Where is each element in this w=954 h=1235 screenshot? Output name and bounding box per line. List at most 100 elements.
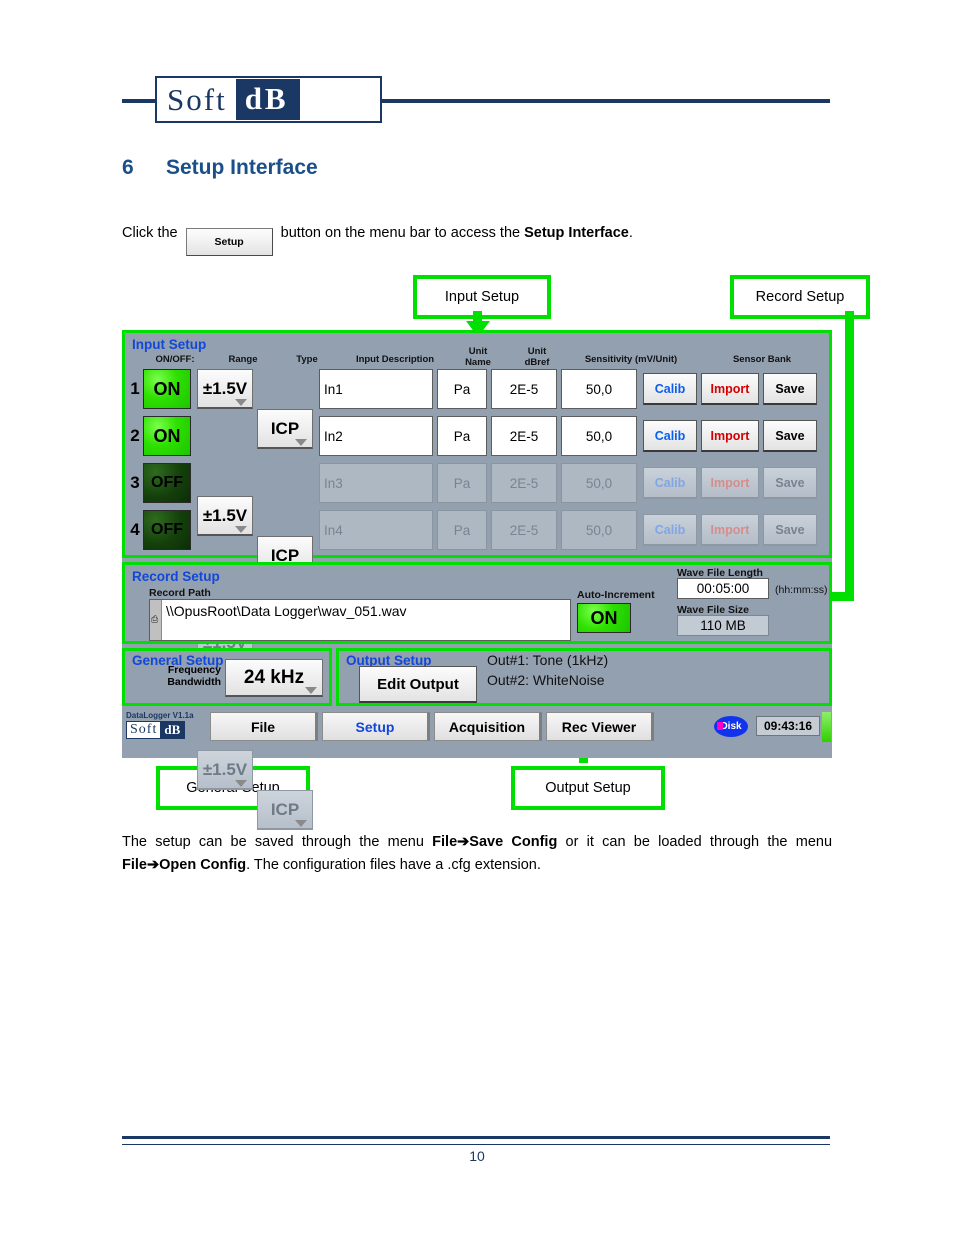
row-number: 2 bbox=[130, 426, 140, 445]
app-logo-and-version: DataLogger V1.1a Soft dB bbox=[126, 711, 206, 742]
input-4-onoff-toggle[interactable]: OFF bbox=[143, 510, 191, 550]
input-4-unit-dbref-field[interactable]: 2E-5 bbox=[491, 510, 557, 550]
outro-text-2: or it can be loaded through the menu bbox=[557, 834, 833, 850]
chevron-down-icon bbox=[235, 399, 247, 406]
input-3-calib-button[interactable]: Calib bbox=[643, 467, 697, 499]
input-3-onoff-toggle[interactable]: OFF bbox=[143, 463, 191, 503]
input-4-range-dropdown[interactable]: ±1.5V bbox=[197, 750, 253, 790]
menu-tab-rec-viewer[interactable]: Rec Viewer bbox=[546, 712, 654, 741]
record-path-input[interactable]: ⎙ \\OpusRoot\Data Logger\wav_051.wav bbox=[149, 599, 571, 641]
column-header-unit-dbref-line1: Unit bbox=[527, 346, 547, 357]
outro-paragraph: The setup can be saved through the menu … bbox=[122, 831, 832, 877]
input-2-description-field[interactable]: In2 bbox=[319, 416, 433, 456]
row-number: 4 bbox=[130, 520, 140, 539]
menu-tab-acquisition[interactable]: Acquisition bbox=[434, 712, 542, 741]
callout-record-setup-label: Record Setup bbox=[755, 289, 845, 305]
callout-output-setup-label: Output Setup bbox=[545, 780, 631, 796]
wave-file-length-units: (hh:mm:ss) bbox=[775, 584, 828, 596]
column-header-unit-name-line2: Name bbox=[465, 357, 491, 368]
heading-text: Setup Interface bbox=[166, 156, 318, 179]
input-3-unit-dbref-field[interactable]: 2E-5 bbox=[491, 463, 557, 503]
softdb-mini-logo: Soft dB bbox=[126, 721, 186, 739]
row-number: 3 bbox=[130, 473, 140, 492]
input-2-onoff-toggle[interactable]: ON bbox=[143, 416, 191, 456]
logo-soft-text: Soft bbox=[167, 81, 227, 117]
input-1-onoff-toggle[interactable]: ON bbox=[143, 369, 191, 409]
input-3-sensitivity-field[interactable]: 50,0 bbox=[561, 463, 637, 503]
frequency-bandwidth-dropdown[interactable]: 24 kHz bbox=[225, 659, 323, 697]
record-path-value: \\OpusRoot\Data Logger\wav_051.wav bbox=[166, 603, 407, 619]
input-4-description-field[interactable]: In4 bbox=[319, 510, 433, 550]
input-2-save-button[interactable]: Save bbox=[763, 420, 817, 452]
input-3-import-button[interactable]: Import bbox=[701, 467, 759, 499]
page-title: 6 Setup Interface bbox=[122, 156, 318, 180]
input-1-sensitivity-field[interactable]: 50,0 bbox=[561, 369, 637, 409]
disk-icon: Disk bbox=[714, 716, 748, 737]
input-4-save-button[interactable]: Save bbox=[763, 514, 817, 546]
auto-increment-toggle[interactable]: ON bbox=[577, 603, 631, 633]
datalogger-app-window: Input Setup ON/OFF: Range Type Input Des… bbox=[122, 330, 832, 830]
outro-bold-save-config: File➔Save Config bbox=[432, 834, 558, 850]
input-2-import-button[interactable]: Import bbox=[701, 420, 759, 452]
intro-text-before: Click the bbox=[122, 225, 178, 241]
wave-file-length-input[interactable]: 00:05:00 bbox=[677, 578, 769, 599]
input-3-unit-name-field[interactable]: Pa bbox=[437, 463, 487, 503]
input-2-calib-button[interactable]: Calib bbox=[643, 420, 697, 452]
input-2-unit-dbref-field[interactable]: 2E-5 bbox=[491, 416, 557, 456]
menu-tab-file[interactable]: File bbox=[210, 712, 318, 741]
app-menu-bar: DataLogger V1.1a Soft dB File Setup Acquis… bbox=[122, 710, 832, 744]
row-number: 1 bbox=[130, 379, 140, 398]
input-1-unit-dbref-field[interactable]: 2E-5 bbox=[491, 369, 557, 409]
menu-tab-setup[interactable]: Setup bbox=[322, 712, 430, 741]
input-4-calib-button[interactable]: Calib bbox=[643, 514, 697, 546]
chevron-down-icon bbox=[235, 780, 247, 787]
mini-logo-db: dB bbox=[160, 722, 185, 738]
column-header-onoff: ON/OFF: bbox=[155, 354, 195, 365]
callout-input-setup-label: Input Setup bbox=[444, 289, 520, 305]
wave-file-size-value: 110 MB bbox=[677, 615, 769, 636]
record-setup-title: Record Setup bbox=[132, 569, 220, 584]
input-4-import-button[interactable]: Import bbox=[701, 514, 759, 546]
output-setup-panel: Output Setup Edit Output Out#1: Tone (1k… bbox=[336, 648, 832, 706]
callout-record-setup-stem-vertical bbox=[845, 311, 854, 601]
input-1-description-field[interactable]: In1 bbox=[319, 369, 433, 409]
chevron-down-icon bbox=[295, 439, 307, 446]
input-4-sensitivity-field[interactable]: 50,0 bbox=[561, 510, 637, 550]
heading-number: 6 bbox=[122, 156, 134, 179]
outro-text-1: The setup can be saved through the menu bbox=[122, 834, 433, 850]
column-header-unit-dbref-line2: dBref bbox=[524, 357, 550, 368]
clock-display: 09:43:16 bbox=[756, 716, 820, 736]
outro-text-3: . The configuration files have a .cfg ex… bbox=[246, 857, 541, 873]
input-1-range-dropdown[interactable]: ±1.5V bbox=[197, 369, 253, 409]
general-setup-panel: General Setup Frequency Bandwidth 24 kHz bbox=[122, 648, 332, 706]
input-1-import-button[interactable]: Import bbox=[701, 373, 759, 405]
frequency-bandwidth-value: 24 kHz bbox=[243, 666, 305, 688]
input-1-calib-button[interactable]: Calib bbox=[643, 373, 697, 405]
input-3-description-field[interactable]: In3 bbox=[319, 463, 433, 503]
disk-icon-indicator bbox=[717, 722, 723, 730]
input-1-unit-name-field[interactable]: Pa bbox=[437, 369, 487, 409]
input-1-save-button[interactable]: Save bbox=[763, 373, 817, 405]
intro-period: . bbox=[628, 225, 633, 241]
input-4-unit-name-field[interactable]: Pa bbox=[437, 510, 487, 550]
logo-db-text: dB bbox=[235, 79, 300, 120]
outro-bold-open-config: File➔Open Config bbox=[122, 857, 247, 873]
record-path-label: Record Path bbox=[149, 587, 211, 599]
setup-button-illustration: Setup bbox=[185, 228, 273, 256]
input-3-save-button[interactable]: Save bbox=[763, 467, 817, 499]
chevron-down-icon bbox=[235, 526, 247, 533]
column-header-sensor-bank: Sensor Bank bbox=[732, 354, 792, 365]
input-4-type-dropdown[interactable]: ICP bbox=[257, 790, 313, 830]
input-setup-title: Input Setup bbox=[132, 337, 207, 352]
column-header-type: Type bbox=[296, 354, 318, 365]
column-header-input-description: Input Description bbox=[355, 354, 435, 365]
edit-output-button[interactable]: Edit Output bbox=[359, 666, 477, 703]
chevron-down-icon bbox=[295, 820, 307, 827]
input-1-type-dropdown[interactable]: ICP bbox=[257, 409, 313, 449]
input-2-range-dropdown[interactable]: ±1.5V bbox=[197, 496, 253, 536]
input-2-unit-name-field[interactable]: Pa bbox=[437, 416, 487, 456]
input-2-sensitivity-field[interactable]: 50,0 bbox=[561, 416, 637, 456]
input-setup-panel: Input Setup ON/OFF: Range Type Input Des… bbox=[122, 330, 832, 830]
frequency-bandwidth-label: Frequency Bandwidth bbox=[149, 664, 221, 688]
output-2-description: Out#2: WhiteNoise bbox=[487, 672, 605, 688]
